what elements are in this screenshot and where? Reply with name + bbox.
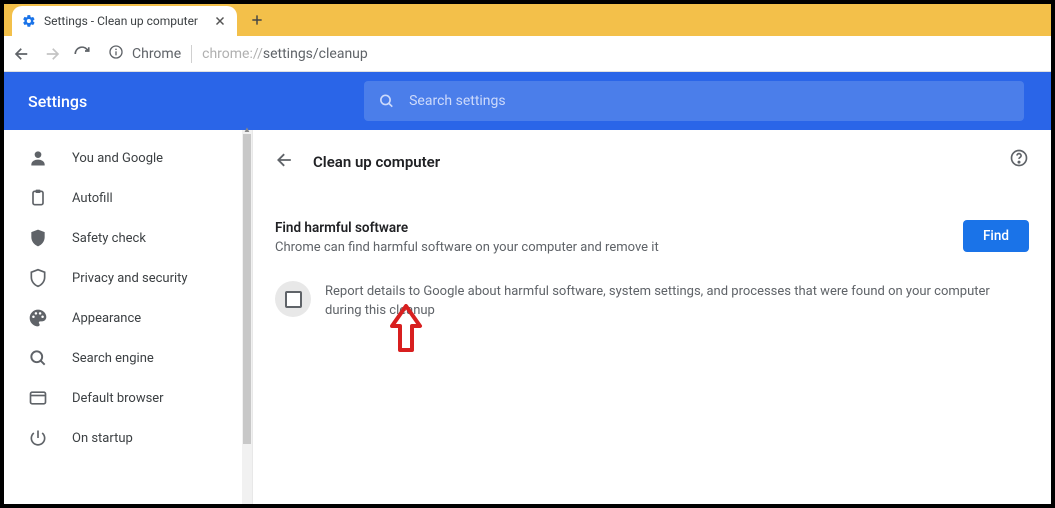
search-icon bbox=[28, 348, 48, 368]
sidebar-scrollbar[interactable]: ▲ bbox=[242, 130, 252, 504]
content-page-title: Clean up computer bbox=[313, 153, 440, 171]
sidebar-item-search-engine[interactable]: Search engine bbox=[4, 338, 252, 378]
report-checkbox-wrap[interactable] bbox=[275, 281, 311, 317]
sidebar-item-label: Search engine bbox=[72, 351, 154, 366]
scrollbar-thumb[interactable] bbox=[243, 134, 251, 444]
sidebar-item-autofill[interactable]: Autofill bbox=[4, 178, 252, 218]
palette-icon bbox=[28, 308, 48, 328]
content-back-button[interactable] bbox=[275, 150, 295, 174]
search-icon bbox=[378, 92, 395, 110]
report-description: Report details to Google about harmful s… bbox=[325, 281, 1029, 321]
settings-title: Settings bbox=[4, 92, 364, 111]
tab-title: Settings - Clean up computer bbox=[44, 14, 205, 28]
settings-header: Settings bbox=[4, 72, 1051, 130]
address-divider bbox=[191, 45, 192, 63]
sidebar-item-label: Autofill bbox=[72, 191, 113, 206]
sidebar-item-label: Default browser bbox=[72, 391, 164, 406]
shield-check-icon bbox=[28, 228, 48, 248]
sidebar-item-label: Safety check bbox=[72, 231, 146, 246]
find-heading: Find harmful software bbox=[275, 220, 659, 236]
search-settings-input[interactable] bbox=[409, 93, 1010, 109]
sidebar-item-label: On startup bbox=[72, 431, 133, 446]
settings-content: Clean up computer Find harmful software … bbox=[252, 130, 1051, 504]
reload-button[interactable] bbox=[72, 44, 92, 64]
browser-toolbar: Chrome chrome://settings/cleanup bbox=[4, 36, 1051, 72]
settings-gear-icon bbox=[22, 14, 36, 28]
shield-icon bbox=[28, 268, 48, 288]
address-bar[interactable]: Chrome chrome://settings/cleanup bbox=[108, 44, 368, 64]
sidebar-item-label: You and Google bbox=[72, 151, 163, 166]
tab-strip: Settings - Clean up computer bbox=[4, 4, 1051, 36]
browser-window-icon bbox=[28, 388, 48, 408]
sidebar-item-privacy[interactable]: Privacy and security bbox=[4, 258, 252, 298]
close-tab-icon[interactable] bbox=[213, 14, 227, 28]
power-icon bbox=[28, 428, 48, 448]
sidebar-item-you-and-google[interactable]: You and Google bbox=[4, 138, 252, 178]
sidebar-item-appearance[interactable]: Appearance bbox=[4, 298, 252, 338]
sidebar-item-label: Privacy and security bbox=[72, 271, 188, 286]
back-button[interactable] bbox=[12, 44, 32, 64]
scroll-up-icon[interactable]: ▲ bbox=[242, 124, 252, 134]
report-checkbox[interactable] bbox=[285, 291, 302, 308]
person-icon bbox=[28, 148, 48, 168]
address-scheme: Chrome bbox=[132, 46, 181, 62]
clipboard-icon bbox=[28, 188, 48, 208]
find-description: Chrome can find harmful software on your… bbox=[275, 240, 659, 255]
site-info-icon[interactable] bbox=[108, 44, 124, 64]
find-button[interactable]: Find bbox=[963, 220, 1029, 252]
new-tab-button[interactable] bbox=[243, 6, 271, 34]
help-icon[interactable] bbox=[1009, 148, 1029, 172]
sidebar-item-default-browser[interactable]: Default browser bbox=[4, 378, 252, 418]
forward-button[interactable] bbox=[42, 44, 62, 64]
sidebar-item-label: Appearance bbox=[72, 311, 141, 326]
address-url: chrome://settings/cleanup bbox=[202, 46, 368, 62]
browser-tab[interactable]: Settings - Clean up computer bbox=[12, 6, 237, 36]
settings-sidebar: ▲ You and Google Autofill Safety check P… bbox=[4, 130, 252, 504]
sidebar-item-on-startup[interactable]: On startup bbox=[4, 418, 252, 458]
search-settings-box[interactable] bbox=[364, 81, 1024, 121]
sidebar-item-safety-check[interactable]: Safety check bbox=[4, 218, 252, 258]
